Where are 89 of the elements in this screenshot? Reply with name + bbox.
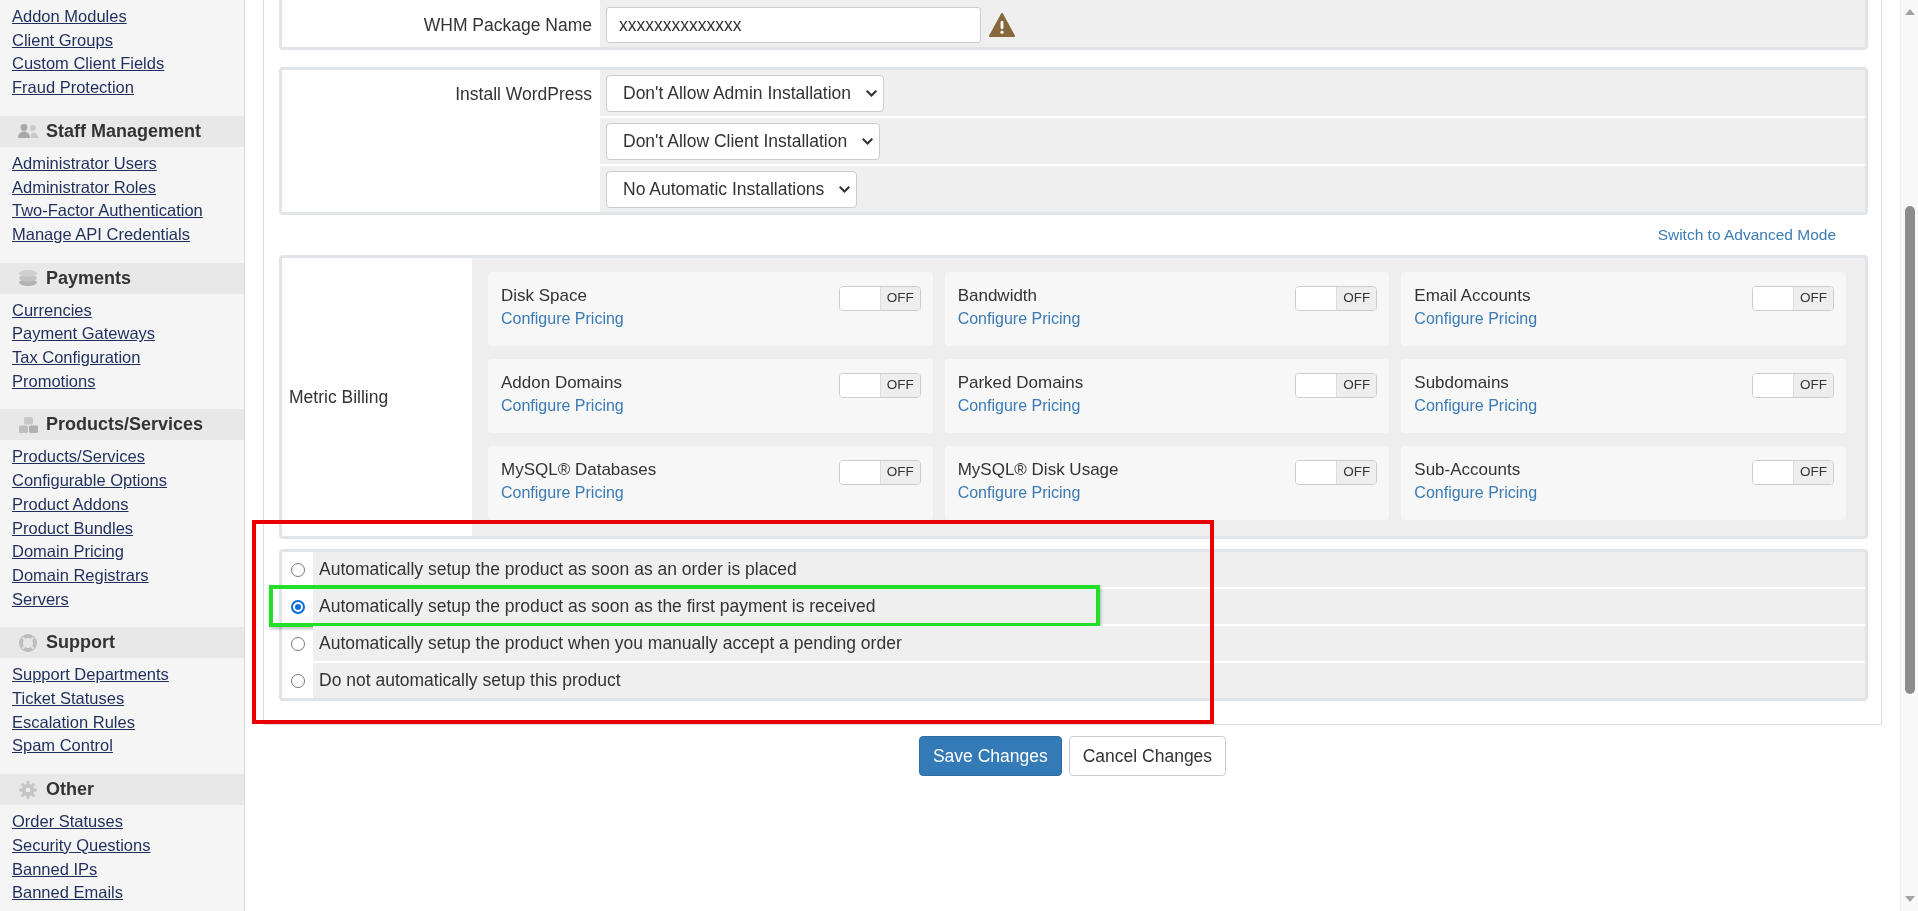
field-label: Install WordPress: [455, 83, 592, 106]
users-icon: [18, 124, 38, 139]
configure-pricing-link[interactable]: Configure Pricing: [501, 482, 624, 504]
chevron-icon: [839, 185, 851, 193]
toggle-switch[interactable]: OFF: [838, 373, 921, 398]
sidebar-link[interactable]: Order Statuses: [12, 810, 123, 834]
toggle-switch[interactable]: OFF: [1295, 460, 1378, 485]
dropdown[interactable]: No Automatic Installations: [606, 170, 858, 208]
toggle-switch[interactable]: OFF: [838, 460, 921, 485]
radio-button[interactable]: [290, 636, 305, 651]
radio-button[interactable]: [290, 673, 305, 688]
sidebar-link[interactable]: Servers: [12, 587, 69, 612]
metric-name: MySQL® Databases: [501, 459, 657, 481]
metric-name: MySQL® Disk Usage: [957, 459, 1119, 481]
sidebar-link[interactable]: Banned Emails: [12, 881, 123, 905]
section-title: Payments: [46, 266, 132, 290]
sidebar-link[interactable]: Ticket Statuses: [12, 687, 125, 711]
sidebar-link[interactable]: Two-Factor Authentication: [12, 199, 203, 223]
configure-pricing-link[interactable]: Configure Pricing: [957, 308, 1081, 330]
field-label: WHM Package Name: [423, 14, 592, 37]
section-title: Staff Management: [46, 119, 202, 143]
sidebar-link[interactable]: Configurable Options: [12, 469, 167, 493]
gear-icon: [19, 780, 37, 799]
coins-icon: [19, 270, 37, 287]
configure-pricing-link[interactable]: Configure Pricing: [1414, 308, 1538, 330]
sidebar-link[interactable]: Support Departments: [12, 663, 169, 688]
chevron-icon: [866, 89, 878, 97]
option-label: Do not automatically setup this product: [319, 669, 621, 693]
metric-name: Addon Domains: [501, 372, 622, 394]
sidebar-link[interactable]: Security Questions: [12, 833, 151, 858]
configure-pricing-link[interactable]: Configure Pricing: [957, 395, 1081, 417]
toggle-switch[interactable]: OFF: [1752, 460, 1834, 485]
sidebar-link[interactable]: Product Bundles: [12, 516, 134, 541]
advanced-mode-link[interactable]: Switch to Advanced Mode: [1657, 225, 1836, 245]
scrollbar-thumb[interactable]: [1904, 206, 1915, 694]
cubes-icon: [18, 416, 38, 433]
cancel-button[interactable]: Cancel Changes: [1068, 736, 1227, 776]
option-label: Automatically setup the product as soon as the first payment is received: [319, 595, 876, 619]
configure-pricing-link[interactable]: Configure Pricing: [957, 482, 1081, 504]
scrollbar-track[interactable]: [1900, 0, 1918, 911]
configure-pricing-link[interactable]: Configure Pricing: [1414, 482, 1538, 504]
section-title: Support: [46, 631, 115, 655]
sidebar-link[interactable]: Product Addons: [12, 492, 129, 517]
section-title: Other: [46, 778, 94, 802]
configure-pricing-link[interactable]: Configure Pricing: [1414, 395, 1538, 417]
sidebar-link[interactable]: Manage API Credentials: [12, 222, 190, 247]
toggle-switch[interactable]: OFF: [838, 286, 921, 311]
scroll-down-icon[interactable]: [1904, 896, 1915, 902]
dropdown[interactable]: Don't Allow Client Installation: [606, 122, 881, 160]
metric-name: Subdomains: [1414, 372, 1509, 394]
sidebar-link[interactable]: Spam Control: [12, 734, 113, 759]
save-button[interactable]: Save Changes: [918, 736, 1062, 776]
configure-pricing-link[interactable]: Configure Pricing: [501, 308, 624, 330]
toggle-switch[interactable]: OFF: [1752, 286, 1834, 311]
metric-name: Bandwidth: [957, 285, 1038, 307]
metric-name: Parked Domains: [957, 372, 1084, 394]
field-label: Metric Billing: [289, 385, 389, 409]
sidebar-link[interactable]: Escalation Rules: [12, 710, 135, 735]
metric-name: Sub-Accounts: [1414, 459, 1521, 481]
scroll-up-icon[interactable]: [1904, 9, 1915, 15]
sidebar-link[interactable]: Promotions: [12, 369, 96, 394]
radio-button[interactable]: [290, 562, 305, 577]
metric-name: Email Accounts: [1414, 285, 1531, 307]
sidebar-link[interactable]: Banned IPs: [12, 857, 98, 882]
option-label: Automatically setup the product as soon as an order is placed: [319, 558, 797, 582]
option-label: Automatically setup the product when you manually accept a pending order: [319, 632, 902, 656]
toggle-switch[interactable]: OFF: [1752, 373, 1834, 398]
sidebar-link[interactable]: Addon Modules: [12, 5, 127, 29]
sidebar-link[interactable]: Fraud Protection: [12, 76, 134, 100]
life-ring-icon: [19, 633, 37, 652]
sidebar-link[interactable]: Client Groups: [12, 28, 113, 53]
dropdown[interactable]: Don't Allow Admin Installation: [606, 74, 885, 112]
sidebar-link[interactable]: Custom Client Fields: [12, 52, 165, 77]
sidebar-link[interactable]: Administrator Users: [12, 151, 157, 176]
sidebar-link[interactable]: Administrator Roles: [12, 175, 156, 200]
radio-button[interactable]: [290, 599, 305, 614]
text-input[interactable]: xxxxxxxxxxxxxx: [606, 7, 981, 43]
sidebar-link[interactable]: Products/Services: [12, 445, 145, 470]
toggle-switch[interactable]: OFF: [1295, 373, 1378, 398]
sidebar-link[interactable]: Payment Gateways: [12, 322, 156, 347]
sidebar-link[interactable]: Domain Registrars: [12, 563, 149, 588]
metric-name: Disk Space: [501, 285, 587, 307]
sidebar-link[interactable]: Tax Configuration: [12, 346, 141, 370]
sidebar-link[interactable]: Currencies: [12, 298, 92, 323]
sidebar-link[interactable]: Domain Pricing: [12, 540, 124, 564]
toggle-switch[interactable]: OFF: [1295, 286, 1378, 311]
chevron-icon: [862, 137, 874, 145]
configure-pricing-link[interactable]: Configure Pricing: [501, 395, 624, 417]
section-title: Products/Services: [46, 413, 204, 437]
